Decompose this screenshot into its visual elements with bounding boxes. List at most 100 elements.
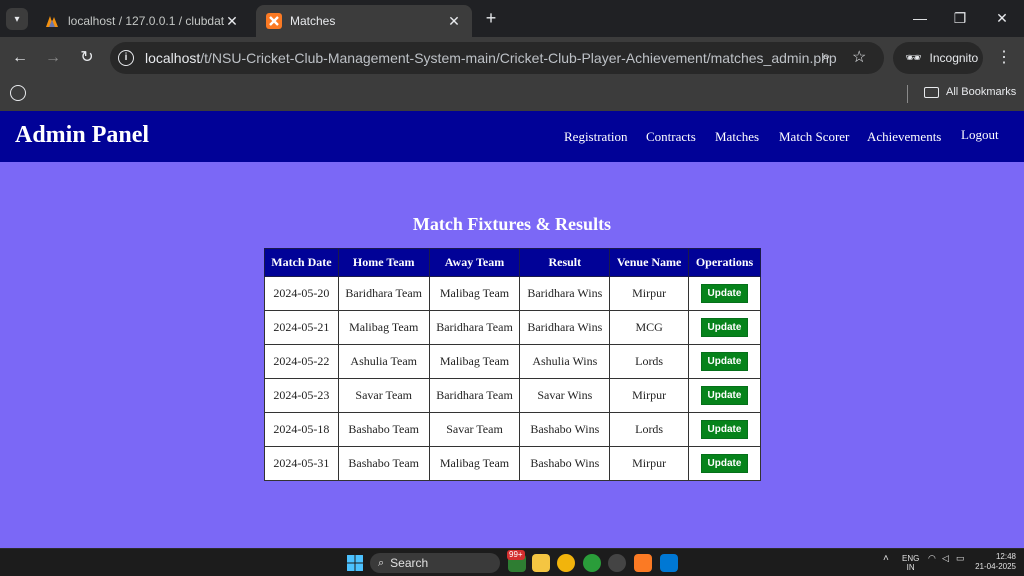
operations-cell: Update <box>688 446 761 481</box>
fixtures-table: Match Date Home Team Away Team Result Ve… <box>264 248 761 481</box>
vscode-icon[interactable] <box>660 554 678 572</box>
search-icon: ⌕ <box>378 556 385 569</box>
site-info-icon[interactable]: i <box>118 50 134 66</box>
file-explorer-icon[interactable] <box>532 554 550 572</box>
forward-button[interactable]: → <box>42 47 64 69</box>
venue-cell: Lords <box>609 412 690 447</box>
home-team-cell: Ashulia Team <box>337 344 430 379</box>
venue-cell: Lords <box>609 344 690 379</box>
reload-button[interactable]: ↻ <box>76 47 98 69</box>
home-team-cell: Savar Team <box>337 378 430 413</box>
venue-cell: MCG <box>609 310 690 345</box>
away-team-cell: Malibag Team <box>428 276 521 311</box>
update-button[interactable]: Update <box>700 318 749 337</box>
browser-toolbar: ← → ↻ i localhost/t/NSU-Cricket-Club-Man… <box>0 37 1024 79</box>
system-clock[interactable]: 12:48 21-04-2025 <box>966 552 1016 572</box>
admin-navbar: Admin Panel Registration Contracts Match… <box>0 111 1024 162</box>
home-team-cell: Bashabo Team <box>337 412 430 447</box>
chrome-icon[interactable] <box>557 554 575 572</box>
restore-icon[interactable]: ❐ <box>948 8 972 28</box>
minimize-icon[interactable]: — <box>908 8 932 28</box>
page-title: Match Fixtures & Results <box>412 214 612 234</box>
away-team-cell: Baridhara Team <box>428 378 521 413</box>
nav-achievements[interactable]: Achievements <box>867 129 941 145</box>
match-date-cell: 2024-05-18 <box>264 412 339 447</box>
nav-contracts[interactable]: Contracts <box>646 129 696 145</box>
xampp-icon <box>266 13 282 29</box>
bookmark-star-icon[interactable]: ☆ <box>852 47 866 67</box>
globe-icon[interactable] <box>10 85 26 101</box>
divider <box>907 85 908 103</box>
chrome-profile-icon[interactable] <box>583 554 601 572</box>
update-button[interactable]: Update <box>700 284 749 303</box>
table-row: 2024-05-18 Bashabo Team Savar Team Basha… <box>264 412 761 447</box>
windows-taskbar: ⌕ Search 99+ ˄ ENG IN ◠ ◁ ▭ 12:48 21-04-… <box>0 548 1024 576</box>
battery-icon[interactable]: ▭ <box>956 554 965 563</box>
column-header: Operations <box>688 248 761 277</box>
close-tab-icon[interactable]: ✕ <box>446 13 462 30</box>
result-cell: Savar Wins <box>519 378 611 413</box>
nav-matches[interactable]: Matches <box>715 129 759 145</box>
back-button[interactable]: ← <box>9 47 31 69</box>
column-header: Home Team <box>337 248 430 277</box>
taskbar-search[interactable]: ⌕ Search <box>370 553 500 573</box>
wifi-icon[interactable]: ◠ <box>928 554 936 563</box>
new-tab-button[interactable]: + <box>480 7 502 29</box>
match-date-cell: 2024-05-20 <box>264 276 339 311</box>
operations-cell: Update <box>688 276 761 311</box>
column-header: Match Date <box>264 248 339 277</box>
phpmyadmin-icon <box>46 16 58 27</box>
update-button[interactable]: Update <box>700 454 749 473</box>
update-button[interactable]: Update <box>700 420 749 439</box>
column-header: Venue Name <box>609 248 690 277</box>
match-date-cell: 2024-05-21 <box>264 310 339 345</box>
away-team-cell: Malibag Team <box>428 344 521 379</box>
away-team-cell: Savar Team <box>428 412 521 447</box>
away-team-cell: Malibag Team <box>428 446 521 481</box>
tab-title: Matches <box>290 14 336 28</box>
nav-logout[interactable]: Logout <box>961 127 999 143</box>
match-date-cell: 2024-05-23 <box>264 378 339 413</box>
xampp-taskbar-icon[interactable] <box>634 554 652 572</box>
table-header-row: Match Date Home Team Away Team Result Ve… <box>264 248 761 277</box>
tab-phpmyadmin[interactable]: localhost / 127.0.0.1 / clubdatabase ✕ <box>34 5 250 37</box>
url-text[interactable]: localhost/t/NSU-Cricket-Club-Management-… <box>145 50 837 66</box>
update-button[interactable]: Update <box>700 352 749 371</box>
match-date-cell: 2024-05-31 <box>264 446 339 481</box>
media-player-icon[interactable] <box>608 554 626 572</box>
result-cell: Baridhara Wins <box>519 276 611 311</box>
nav-registration[interactable]: Registration <box>564 129 628 145</box>
close-tab-icon[interactable]: ✕ <box>224 13 240 30</box>
result-cell: Bashabo Wins <box>519 412 611 447</box>
operations-cell: Update <box>688 344 761 379</box>
volume-icon[interactable]: ◁ <box>942 554 949 563</box>
all-bookmarks-button[interactable]: All Bookmarks <box>924 86 1016 98</box>
notification-badge: 99+ <box>507 550 525 560</box>
venue-cell: Mirpur <box>609 276 690 311</box>
operations-cell: Update <box>688 310 761 345</box>
table-row: 2024-05-21 Malibag Team Baridhara Team B… <box>264 310 761 345</box>
home-team-cell: Baridhara Team <box>337 276 430 311</box>
tab-title: localhost / 127.0.0.1 / clubdatabase <box>68 14 224 28</box>
column-header: Away Team <box>428 248 521 277</box>
windows-start-icon[interactable] <box>346 554 364 572</box>
zoom-icon[interactable]: ⌕ <box>822 48 830 65</box>
tab-matches[interactable]: Matches ✕ <box>256 5 472 37</box>
menu-icon[interactable]: ⋮ <box>996 47 1012 67</box>
table-row: 2024-05-31 Bashabo Team Malibag Team Bas… <box>264 446 761 481</box>
nav-match-scorer[interactable]: Match Scorer <box>779 129 849 145</box>
language-indicator[interactable]: ENG IN <box>902 554 919 572</box>
table-row: 2024-05-20 Baridhara Team Malibag Team B… <box>264 276 761 311</box>
incognito-indicator[interactable]: 🕶 Incognito <box>893 42 983 74</box>
tab-search-button[interactable]: ▾ <box>6 8 28 30</box>
venue-cell: Mirpur <box>609 378 690 413</box>
update-button[interactable]: Update <box>700 386 749 405</box>
chevron-up-icon[interactable]: ˄ <box>883 554 889 564</box>
tab-strip: ▾ localhost / 127.0.0.1 / clubdatabase ✕… <box>0 0 1024 37</box>
incognito-icon: 🕶 <box>905 50 922 65</box>
address-bar[interactable]: i localhost/t/NSU-Cricket-Club-Managemen… <box>110 42 884 74</box>
column-header: Result <box>519 248 611 277</box>
close-window-icon[interactable]: ✕ <box>990 8 1014 28</box>
home-team-cell: Malibag Team <box>337 310 430 345</box>
venue-cell: Mirpur <box>609 446 690 481</box>
